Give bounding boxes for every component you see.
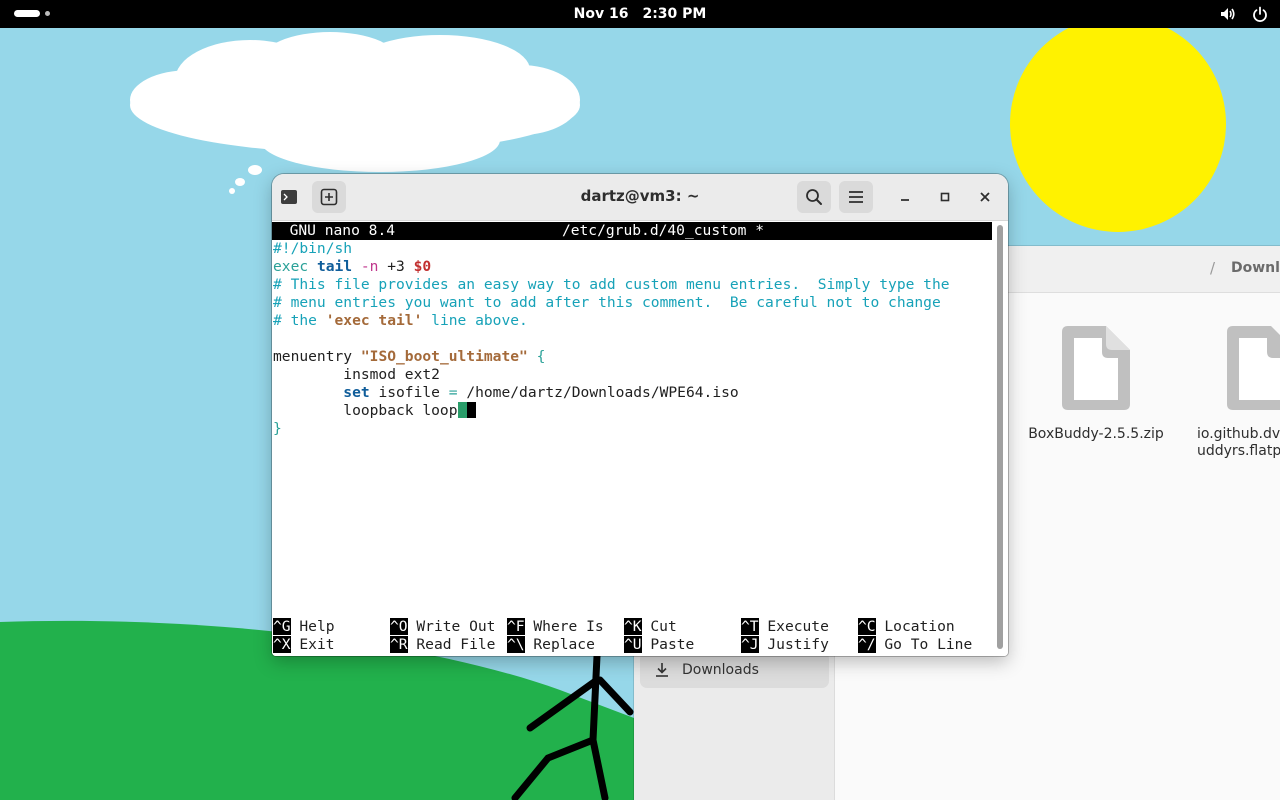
shortcut-justify[interactable]: ^J Justify xyxy=(741,636,829,654)
editor-line: } xyxy=(273,420,282,437)
shortcut-execute[interactable]: ^T Execute xyxy=(741,618,829,636)
text-cursor xyxy=(457,402,467,418)
top-bar: Nov 16 2:30 PM xyxy=(0,0,1280,28)
editor-line: #!/bin/sh xyxy=(273,240,353,257)
file-name-line2: uddyrs.flatp xyxy=(1197,443,1280,459)
file-icon xyxy=(1062,326,1130,410)
workspace-indicator-active xyxy=(14,10,40,17)
terminal-scrollbar[interactable] xyxy=(997,225,1003,649)
shortcut-exit[interactable]: ^X Exit xyxy=(273,636,335,654)
window-title-text: dartz@vm3: ~ xyxy=(580,187,700,205)
sidebar-item-label: Downloads xyxy=(682,662,759,678)
breadcrumb-separator: / xyxy=(1210,259,1216,277)
shortcut-help[interactable]: ^G Help xyxy=(273,618,335,636)
breadcrumb-downloads[interactable]: Downloads xyxy=(1231,260,1280,276)
editor-line: exec tail -n +3 $0 xyxy=(273,258,432,275)
new-tab-icon xyxy=(320,188,338,206)
shortcut-location[interactable]: ^C Location xyxy=(858,618,955,636)
editor-line: menuentry "ISO_boot_ultimate" { xyxy=(273,348,546,365)
terminal-app-button[interactable] xyxy=(272,181,306,213)
clock-time[interactable]: 2:30 PM xyxy=(642,6,706,22)
text-cursor-block xyxy=(466,402,476,418)
minimize-button[interactable] xyxy=(891,183,919,211)
terminal-icon xyxy=(281,190,297,204)
editor-line: set isofile = /home/dartz/Downloads/WPE6… xyxy=(343,384,739,401)
file-name: BoxBuddy-2.5.5.zip xyxy=(1028,426,1164,442)
shortcut-cut[interactable]: ^K Cut xyxy=(624,618,677,636)
shortcut-read-file[interactable]: ^R Read File xyxy=(390,636,495,654)
terminal-content[interactable]: GNU nano 8.4 /etc/grub.d/40_custom * #!/… xyxy=(272,221,1008,656)
terminal-headerbar: dartz@vm3: ~ xyxy=(272,174,1008,221)
minimize-icon xyxy=(901,199,909,201)
file-item[interactable]: io.github.dvl uddyrs.flatp xyxy=(1190,322,1280,460)
new-tab-button[interactable] xyxy=(312,181,346,213)
sidebar-item-downloads[interactable]: Downloads xyxy=(640,652,829,688)
editor-line: insmod ext2 xyxy=(273,366,440,383)
shortcut-where-is[interactable]: ^F Where Is xyxy=(507,618,604,636)
shortcut-replace[interactable]: ^\ Replace xyxy=(507,636,595,654)
workspace-indicator-inactive xyxy=(45,11,50,16)
power-icon[interactable] xyxy=(1252,6,1268,22)
file-name-line1: io.github.dvl xyxy=(1197,426,1280,442)
shortcut-go-to-line[interactable]: ^/ Go To Line xyxy=(858,636,972,654)
menu-icon xyxy=(849,191,863,203)
maximize-button[interactable] xyxy=(931,183,959,211)
file-item[interactable]: BoxBuddy-2.5.5.zip xyxy=(1024,322,1168,443)
editor-line: # the 'exec tail' line above. xyxy=(273,312,528,329)
editor-line: # This file provides an easy way to add … xyxy=(273,276,950,293)
search-button[interactable] xyxy=(797,181,831,213)
download-icon xyxy=(656,663,668,677)
terminal-window: dartz@vm3: ~ GNU nano 8.4 /etc/grub.d/40… xyxy=(272,174,1008,656)
editor-line: loopback loop xyxy=(273,402,476,420)
search-icon xyxy=(806,189,822,205)
file-icon xyxy=(1227,326,1280,410)
nano-filename: /etc/grub.d/40_custom * xyxy=(561,222,765,239)
close-icon xyxy=(980,192,990,202)
shortcut-paste[interactable]: ^U Paste xyxy=(624,636,694,654)
nano-version: GNU nano 8.4 xyxy=(289,222,396,239)
close-button[interactable] xyxy=(971,183,999,211)
maximize-icon xyxy=(940,192,950,202)
editor-line: # menu entries you want to add after thi… xyxy=(273,294,941,311)
volume-icon[interactable] xyxy=(1220,6,1236,22)
menu-button[interactable] xyxy=(839,181,873,213)
clock: Nov 16 2:30 PM xyxy=(0,6,1280,22)
activities-button[interactable] xyxy=(14,10,50,17)
nano-title-bar: GNU nano 8.4 /etc/grub.d/40_custom * xyxy=(272,222,992,240)
shortcut-write-out[interactable]: ^O Write Out xyxy=(390,618,495,636)
clock-date[interactable]: Nov 16 xyxy=(574,6,629,22)
system-tray[interactable] xyxy=(1220,6,1268,22)
